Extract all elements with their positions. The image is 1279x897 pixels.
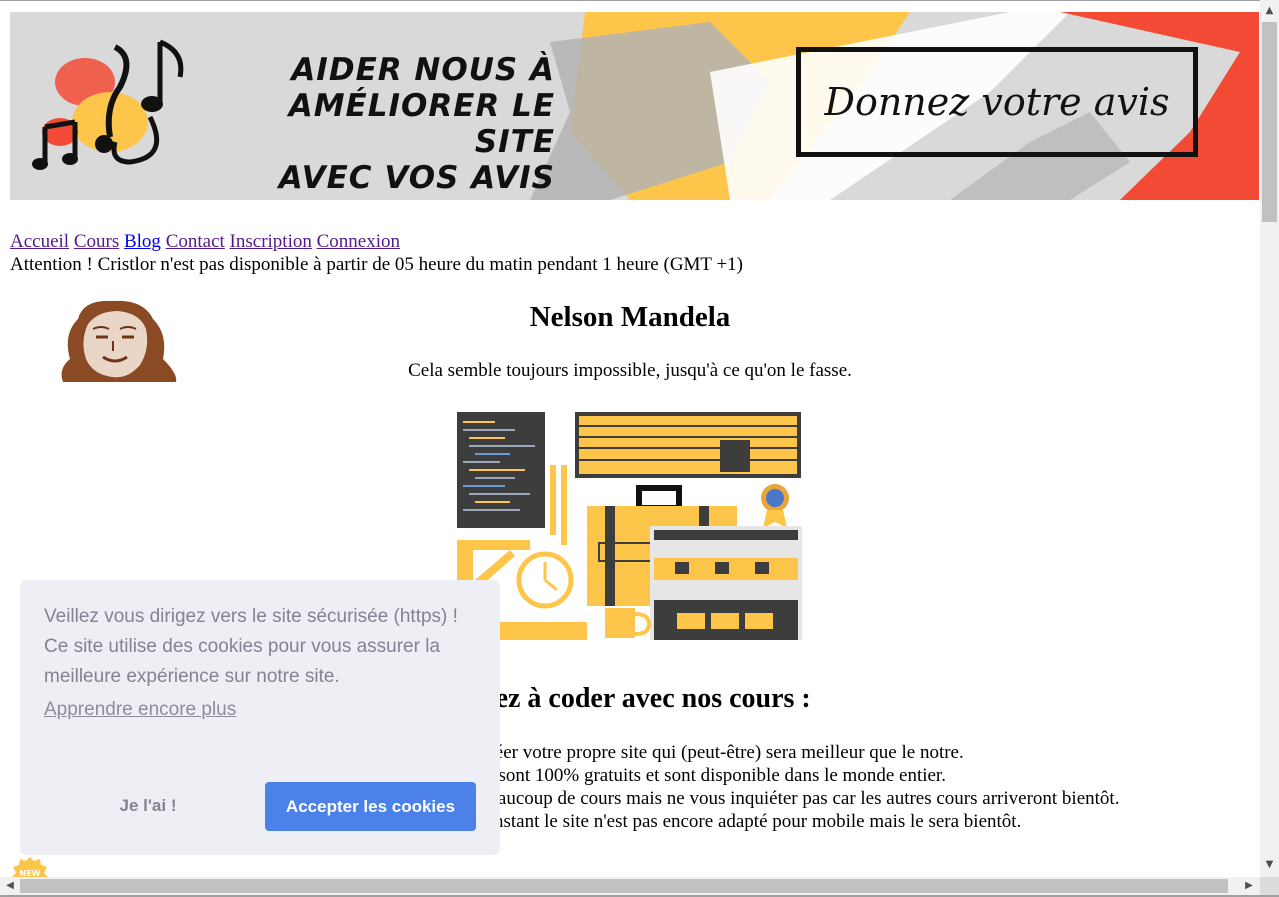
courses-description: créer votre propre site qui (peut-être) … bbox=[480, 741, 1119, 833]
courses-line: l'instant le site n'est pas encore adapt… bbox=[480, 811, 1022, 832]
new-badge-icon: NEW bbox=[12, 857, 48, 877]
courses-line: beaucoup de cours mais ne vous inquiéter… bbox=[480, 788, 1120, 809]
banner-headline-line: AVEC VOS AVIS bbox=[278, 160, 555, 196]
nav-link-inscription[interactable]: Inscription bbox=[230, 231, 312, 252]
cookie-consent-popup: Veillez vous dirigez vers le site sécuri… bbox=[20, 580, 500, 855]
cookie-learn-more-link[interactable]: Apprendre encore plus bbox=[44, 696, 476, 724]
mandela-portrait bbox=[61, 300, 177, 382]
nav-link-contact[interactable]: Contact bbox=[166, 231, 225, 252]
horizontal-scroll-thumb[interactable] bbox=[20, 879, 1228, 893]
courses-heading: nez à coder avec nos cours : bbox=[480, 683, 811, 714]
scroll-down-arrow-icon[interactable]: ▼ bbox=[1260, 856, 1279, 873]
new-badge-label: NEW bbox=[20, 869, 41, 877]
scroll-up-arrow-icon[interactable]: ▲ bbox=[1260, 2, 1279, 19]
courses-line: rs sont 100% gratuits et sont disponible… bbox=[480, 765, 946, 786]
nav-link-accueil[interactable]: Accueil bbox=[10, 231, 69, 252]
feedback-banner[interactable]: AIDER NOUS À AMÉLIORER LE SITE AVEC VOS … bbox=[10, 12, 1259, 200]
cookie-accept-button[interactable]: Accepter les cookies bbox=[265, 782, 476, 831]
maintenance-notice: Attention ! Cristlor n'est pas disponibl… bbox=[10, 254, 743, 275]
scroll-left-arrow-icon[interactable]: ◀ bbox=[1, 877, 19, 895]
quote-text: Cela semble toujours impossible, jusqu'à… bbox=[408, 360, 852, 381]
scrollbar-corner bbox=[1260, 877, 1279, 895]
vertical-scroll-thumb[interactable] bbox=[1262, 22, 1277, 222]
courses-line: créer votre propre site qui (peut-être) … bbox=[480, 742, 964, 763]
cookie-dismiss-button[interactable]: Je l'ai ! bbox=[88, 782, 208, 830]
workspace-illustration bbox=[457, 412, 802, 640]
vertical-scrollbar[interactable]: ▲ ▼ bbox=[1260, 0, 1279, 877]
banner-headline-line: AMÉLIORER LE SITE bbox=[288, 88, 555, 160]
give-feedback-button[interactable]: Donnez votre avis bbox=[796, 47, 1198, 157]
nav-link-cours[interactable]: Cours bbox=[74, 231, 119, 252]
main-nav: Accueil Cours Blog Contact Inscription C… bbox=[10, 231, 400, 253]
music-notes-icon bbox=[32, 39, 184, 170]
horizontal-scrollbar[interactable]: ◀ ▶ bbox=[0, 877, 1260, 895]
nav-link-connexion[interactable]: Connexion bbox=[317, 231, 400, 252]
scroll-right-arrow-icon[interactable]: ▶ bbox=[1240, 877, 1258, 895]
cookie-message: Ce site utilise des cookies pour vous as… bbox=[44, 636, 441, 687]
banner-headline-line: AIDER NOUS À bbox=[291, 52, 555, 88]
banner-headline: AIDER NOUS À AMÉLIORER LE SITE AVEC VOS … bbox=[200, 52, 555, 196]
quote-author: Nelson Mandela bbox=[529, 301, 731, 333]
cookie-https-message: Veillez vous dirigez vers le site sécuri… bbox=[44, 606, 458, 627]
nav-link-blog[interactable]: Blog bbox=[124, 231, 161, 252]
window-top-border bbox=[0, 0, 1279, 1]
